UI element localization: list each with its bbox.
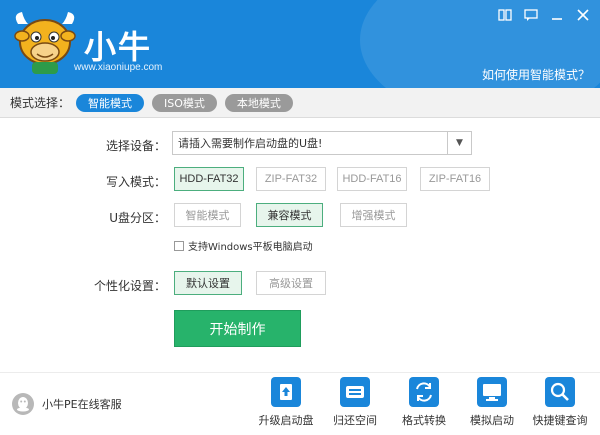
search-icon bbox=[545, 377, 575, 407]
format-convert-icon bbox=[409, 377, 439, 407]
mode-smart-button[interactable]: 智能模式 bbox=[76, 93, 145, 112]
app-url: www.xiaoniupe.com bbox=[74, 62, 163, 73]
bull-mascot-logo bbox=[14, 12, 76, 74]
personalize-label: 个性化设置： bbox=[93, 279, 166, 293]
tool-upgrade-disk[interactable]: 升级启动盘 bbox=[253, 377, 319, 433]
tablet-boot-checkbox[interactable]: 支持Windows平板电脑启动 bbox=[174, 238, 313, 253]
write-mode-label: 写入模式： bbox=[105, 175, 166, 189]
upgrade-disk-icon bbox=[271, 377, 301, 407]
tool-disk-space-label: 归还空间 bbox=[333, 414, 377, 427]
write-mode-zip-fat32[interactable]: ZIP-FAT32 bbox=[256, 167, 326, 191]
manual-icon[interactable] bbox=[496, 6, 514, 24]
personalize-default[interactable]: 默认设置 bbox=[174, 271, 242, 295]
partition-enhanced[interactable]: 增强模式 bbox=[340, 203, 407, 227]
qq-penguin-icon bbox=[12, 393, 34, 415]
device-select[interactable]: 请插入需要制作启动盘的U盘! ▼ bbox=[172, 131, 472, 155]
monitor-icon bbox=[477, 377, 507, 407]
mode-bar: 模式选择： 智能模式 ISO模式 本地模式 bbox=[0, 88, 600, 118]
partition-smart[interactable]: 智能模式 bbox=[174, 203, 241, 227]
mode-label: 模式选择： bbox=[10, 96, 71, 110]
tool-format-convert[interactable]: 格式转换 bbox=[391, 377, 457, 433]
start-button[interactable]: 开始制作 bbox=[174, 310, 301, 347]
tool-disk-space[interactable]: 归还空间 bbox=[322, 377, 388, 433]
online-support-label: 小牛PE在线客服 bbox=[42, 398, 122, 411]
help-link[interactable]: 如何使用智能模式？ bbox=[482, 66, 590, 83]
tool-hotkey-lookup[interactable]: 快捷键查询 bbox=[527, 377, 593, 433]
tool-format-convert-label: 格式转换 bbox=[402, 414, 446, 427]
partition-label: U盘分区： bbox=[109, 211, 166, 225]
partition-compatible[interactable]: 兼容模式 bbox=[256, 203, 323, 227]
disk-space-icon bbox=[340, 377, 370, 407]
online-support[interactable]: 小牛PE在线客服 bbox=[12, 393, 122, 415]
chevron-down-icon[interactable]: ▼ bbox=[447, 132, 471, 154]
mode-local-button[interactable]: 本地模式 bbox=[224, 93, 293, 112]
personalize-advanced[interactable]: 高级设置 bbox=[256, 271, 326, 295]
tool-simulate-boot-label: 模拟启动 bbox=[470, 414, 514, 427]
footer-toolbar: 小牛PE在线客服 升级启动盘 归还空间 格式转换 模拟启动 快捷键查询 bbox=[0, 372, 600, 435]
close-icon[interactable] bbox=[574, 6, 592, 24]
checkbox-box[interactable] bbox=[174, 240, 184, 251]
feedback-icon[interactable] bbox=[522, 6, 540, 24]
tool-simulate-boot[interactable]: 模拟启动 bbox=[459, 377, 525, 433]
write-mode-zip-fat16[interactable]: ZIP-FAT16 bbox=[420, 167, 490, 191]
tablet-boot-label: 支持Windows平板电脑启动 bbox=[188, 242, 313, 253]
title-bar: 小牛 www.xiaoniupe.com 如何使用智能模式？ bbox=[0, 0, 600, 88]
window-controls bbox=[496, 6, 592, 24]
write-mode-hdd-fat32[interactable]: HDD-FAT32 bbox=[174, 167, 244, 191]
tool-hotkey-lookup-label: 快捷键查询 bbox=[532, 414, 588, 427]
minimize-icon[interactable] bbox=[548, 6, 566, 24]
tool-upgrade-disk-label: 升级启动盘 bbox=[258, 414, 314, 427]
device-label: 选择设备： bbox=[105, 139, 166, 153]
write-mode-hdd-fat16[interactable]: HDD-FAT16 bbox=[337, 167, 407, 191]
mode-iso-button[interactable]: ISO模式 bbox=[152, 93, 217, 112]
device-select-value: 请插入需要制作启动盘的U盘! bbox=[178, 137, 323, 150]
